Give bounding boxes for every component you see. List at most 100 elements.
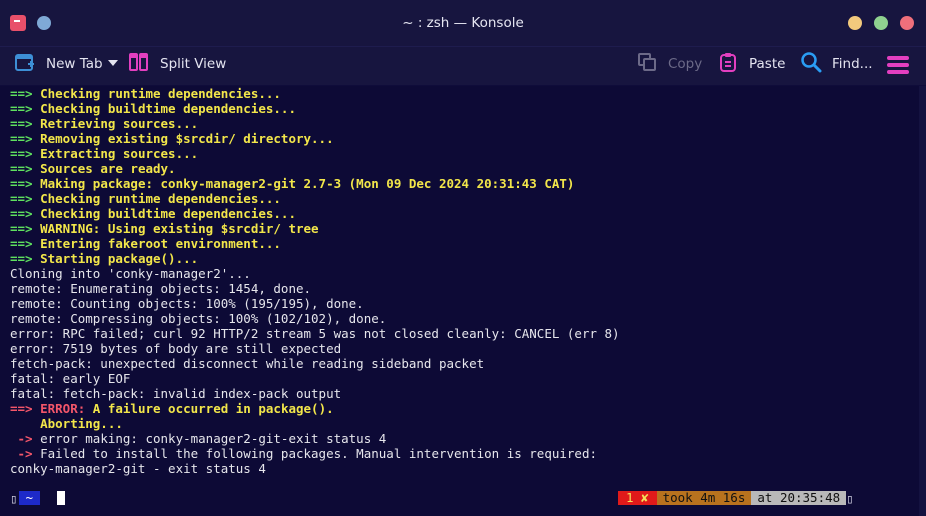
line-text: Cloning into 'conky-manager2'... [10,266,251,281]
terminal-line: Cloning into 'conky-manager2'... [10,266,620,281]
terminal-line: ==> Checking buildtime dependencies... [10,101,620,116]
line-text: Checking runtime dependencies... [40,86,281,101]
terminal-line: ==> WARNING: Using existing $srcdir/ tre… [10,221,620,236]
terminal-line: -> error making: conky-manager2-git-exit… [10,431,620,446]
line-text: Failed to install the following packages… [40,446,598,461]
line-arrow: ==> [10,236,33,251]
line-text: error: RPC failed; curl 92 HTTP/2 stream… [10,326,620,341]
line-text: remote: Counting objects: 100% (195/195)… [10,296,364,311]
terminal-line: Aborting... [10,416,620,431]
line-text: conky-manager2-git - exit status 4 [10,461,266,476]
paste-button[interactable]: Paste [717,47,785,81]
split-view-button[interactable]: Split View [128,47,226,81]
shell-prompt[interactable]: ▯ ~ [10,490,66,506]
line-text: Starting package()... [40,251,199,266]
line-arrow: ==> [10,401,33,416]
terminal-line: ==> Retrieving sources... [10,116,620,131]
line-text: Checking runtime dependencies... [40,191,281,206]
toolbar: New Tab Split View Copy Paste Find... [0,47,926,85]
new-tab-label: New Tab [46,56,103,72]
terminal-line: -> Failed to install the following packa… [10,446,620,461]
terminal-line: fatal: early EOF [10,371,620,386]
terminal-line: ==> Extracting sources... [10,146,620,161]
terminal-line: ==> Checking runtime dependencies... [10,191,620,206]
line-arrow: ==> [10,206,33,221]
prompt-right-cap: ▯ [846,490,854,506]
line-text: WARNING: Using existing $srcdir/ tree [40,221,319,236]
line-text: Checking buildtime dependencies... [40,101,296,116]
terminal-line: ==> Making package: conky-manager2-git 2… [10,176,620,191]
exit-status-badge: 1 ✘ [618,491,657,505]
find-label: Find... [832,56,873,72]
terminal-output[interactable]: ==> Checking runtime dependencies... ==> … [0,86,919,516]
terminal-line: error: RPC failed; curl 92 HTTP/2 stream… [10,326,620,341]
line-arrow: ==> [10,191,33,206]
new-tab-icon [14,51,36,77]
prompt-directory: ~ [18,491,41,505]
line-arrow: ==> [10,176,33,191]
line-text: remote: Enumerating objects: 1454, done. [10,281,312,296]
line-text: error: 7519 bytes of body are still expe… [10,341,342,356]
duration-badge: took 4m 16s [656,491,752,505]
line-text: Sources are ready. [40,161,176,176]
terminal-line: remote: Enumerating objects: 1454, done. [10,281,620,296]
terminal-line: remote: Compressing objects: 100% (102/1… [10,311,620,326]
line-arrow: ==> [10,86,33,101]
line-arrow: -> [10,431,33,446]
line-text: fatal: fetch-pack: invalid index-pack ou… [10,386,342,401]
terminal-line: remote: Counting objects: 100% (195/195)… [10,296,620,311]
terminal-error-line: ==> ERROR: A failure occurred in package… [10,401,620,416]
line-arrow: -> [10,446,33,461]
minimize-button[interactable] [848,16,862,30]
line-text: fatal: early EOF [10,371,131,386]
copy-button[interactable]: Copy [636,47,702,81]
terminal-line: ==> Starting package()... [10,251,620,266]
clipboard-icon [717,51,739,77]
new-tab-dropdown-icon[interactable] [108,60,118,66]
time-badge: at 20:35:48 [751,491,847,505]
terminal-line: error: 7519 bytes of body are still expe… [10,341,620,356]
line-arrow: ==> [10,116,33,131]
close-button[interactable] [900,16,914,30]
split-view-label: Split View [160,56,227,72]
error-label: ERROR: [40,401,86,416]
hamburger-menu-icon[interactable] [887,56,909,74]
terminal-line: ==> Sources are ready. [10,161,620,176]
paste-label: Paste [749,56,786,72]
terminal-line: ==> Checking buildtime dependencies... [10,206,620,221]
copy-icon [636,51,658,77]
line-arrow: ==> [10,101,33,116]
line-arrow: ==> [10,146,33,161]
line-text: A failure occurred in package(). [92,401,334,416]
new-tab-button[interactable]: New Tab [14,47,103,81]
text-cursor [57,491,66,505]
line-text: Aborting... [10,416,123,431]
terminal-line: fetch-pack: unexpected disconnect while … [10,356,620,371]
copy-label: Copy [668,56,703,72]
window-title: ~ : zsh — Konsole [402,15,524,31]
terminal-lines: ==> Checking runtime dependencies... ==> … [10,86,620,476]
line-text: error making: conky-manager2-git-exit st… [40,431,387,446]
line-arrow: ==> [10,251,33,266]
line-text: Making package: conky-manager2-git 2.7-3… [40,176,575,191]
line-text: fetch-pack: unexpected disconnect while … [10,356,485,371]
line-text: Extracting sources... [40,146,199,161]
search-icon [800,51,822,77]
line-text: Removing existing $srcdir/ directory... [40,131,334,146]
scrollbar[interactable] [919,86,926,516]
split-view-icon [128,51,150,77]
line-text: Entering fakeroot environment... [40,236,281,251]
right-prompt: 1 ✘ took 4m 16s at 20:35:48 ▯ [618,490,854,506]
prompt-left-cap: ▯ [10,490,18,506]
find-button[interactable]: Find... [800,47,873,81]
title-bar: ~ : zsh — Konsole [0,0,926,47]
terminal-line: ==> Checking runtime dependencies... [10,86,620,101]
line-arrow: ==> [10,131,33,146]
terminal-line: ==> Removing existing $srcdir/ directory… [10,131,620,146]
line-text: Checking buildtime dependencies... [40,206,296,221]
maximize-button[interactable] [874,16,888,30]
terminal-line: conky-manager2-git - exit status 4 [10,461,620,476]
terminal-line: fatal: fetch-pack: invalid index-pack ou… [10,386,620,401]
terminal-line: ==> Entering fakeroot environment... [10,236,620,251]
line-arrow: ==> [10,161,33,176]
